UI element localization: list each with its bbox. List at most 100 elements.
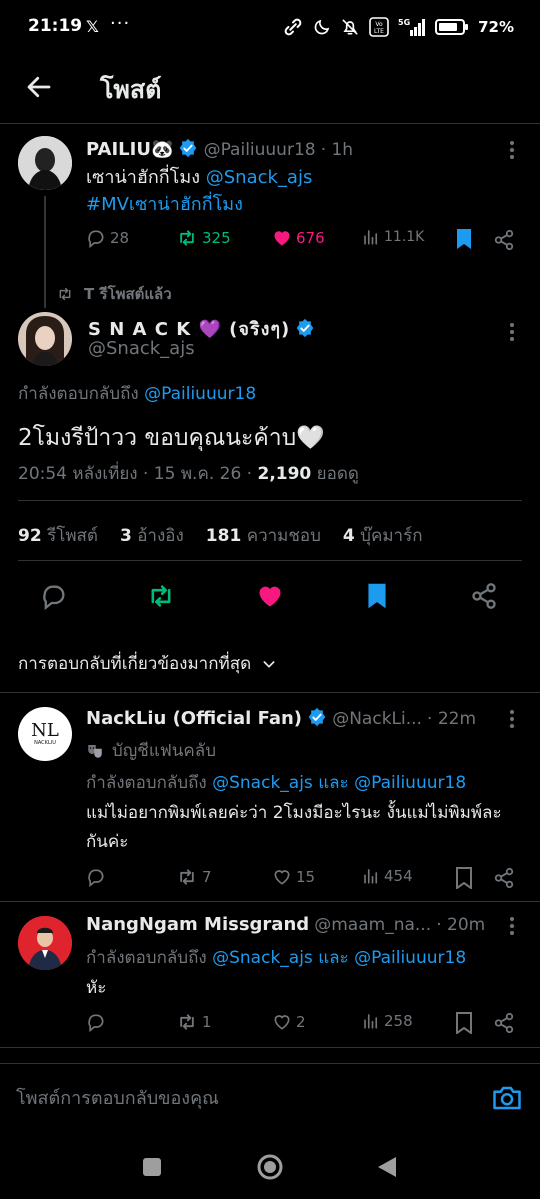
- retweet-button[interactable]: 1: [176, 1012, 212, 1032]
- moon-icon: [314, 19, 330, 35]
- author-handle[interactable]: @Snack_ajs: [88, 338, 195, 359]
- volte-icon: VoLTE: [369, 17, 389, 37]
- reply-input[interactable]: [16, 1082, 456, 1114]
- avatar[interactable]: NL NACKLIU: [18, 707, 72, 761]
- back-button[interactable]: [24, 72, 54, 102]
- share-button[interactable]: [470, 582, 498, 610]
- bookmarks-stat[interactable]: 4 บุ๊คมาร์ก: [343, 522, 423, 549]
- like-button[interactable]: 15: [272, 867, 315, 887]
- author-handle[interactable]: @maam_na...: [314, 915, 431, 935]
- bookmark-button[interactable]: [366, 582, 388, 610]
- reply-button[interactable]: [86, 867, 110, 887]
- views-button[interactable]: 454: [362, 867, 413, 885]
- author-name[interactable]: PAILIU🐼: [86, 139, 173, 160]
- retweet-button[interactable]: 7: [176, 867, 212, 887]
- tweet-stats: 92 รีโพสต์ 3 อ้างอิง 181 ความชอบ 4 บุ๊คม…: [18, 522, 423, 549]
- more-vertical-icon: [510, 141, 514, 159]
- reply-icon: [43, 585, 65, 610]
- divider: [18, 560, 522, 561]
- reply-icon: [88, 869, 104, 887]
- reply-button[interactable]: 28: [86, 228, 129, 248]
- bookmark-filled-icon: [368, 583, 386, 609]
- share-button[interactable]: [493, 229, 515, 251]
- system-navigation-bar: [0, 1130, 540, 1199]
- circle-home-icon: [257, 1154, 283, 1180]
- author-handle[interactable]: @Pailiuuur18: [204, 140, 316, 160]
- verified-badge-icon: [180, 138, 197, 158]
- share-button[interactable]: [493, 1012, 515, 1034]
- views-chart-icon: [364, 869, 378, 884]
- quotes-stat[interactable]: 3 อ้างอิง: [120, 522, 184, 549]
- mention-link[interactable]: @Pailiuuur18: [354, 948, 466, 968]
- more-options-button[interactable]: [502, 138, 522, 162]
- tweet-text: แม่ไม่อยากพิมพ์เลยค่ะว่า 2โมงมีอะไรนะ งั…: [86, 803, 502, 852]
- author-handle[interactable]: @NackLi...: [332, 709, 422, 729]
- views-button[interactable]: 258: [362, 1012, 413, 1030]
- reply-button[interactable]: [86, 1012, 110, 1032]
- mention-link[interactable]: @Pailiuuur18: [354, 773, 466, 793]
- like-button[interactable]: 676: [272, 228, 325, 248]
- views-button[interactable]: 11.1K: [362, 228, 424, 246]
- sort-replies-dropdown[interactable]: การตอบกลับที่เกี่ยวข้องมากที่สุด: [18, 650, 277, 677]
- replying-to: กำลังตอบกลับถึง @Pailiuuur18: [18, 384, 257, 404]
- link-icon: [284, 18, 302, 36]
- author-name[interactable]: NackLiu (Official Fan): [86, 708, 302, 729]
- avatar[interactable]: [18, 312, 72, 366]
- retweet-button[interactable]: [146, 582, 176, 610]
- like-button[interactable]: 2: [272, 1012, 306, 1032]
- hashtag-link[interactable]: #MVเซาน่าฮักกี่โมง: [86, 194, 243, 215]
- retweet-small-icon: [59, 287, 71, 301]
- replying-to: กำลังตอบกลับถึง @Snack_ajs และ @Pailiuuu…: [86, 948, 467, 968]
- more-options-button[interactable]: [502, 707, 522, 731]
- parent-tweet[interactable]: PAILIU🐼 @Pailiuuur18 · 1h เซาน่าฮักกี่โม…: [0, 124, 540, 284]
- avatar[interactable]: [18, 136, 72, 190]
- main-tweet: S N A C K 💜 (จริงๆ) @Snack_ajs กำลังตอบก…: [0, 308, 540, 498]
- heart-outline-icon: [274, 1015, 290, 1030]
- verified-badge-icon: [308, 707, 326, 727]
- masks-icon: [88, 744, 102, 758]
- author-name[interactable]: NangNgam Missgrand: [86, 914, 309, 935]
- arrow-left-icon: [27, 76, 51, 98]
- back-nav-button[interactable]: [376, 1155, 398, 1179]
- mention-link[interactable]: @Snack_ajs: [212, 948, 313, 968]
- bookmark-button[interactable]: [455, 228, 473, 250]
- retweet-icon: [180, 230, 194, 246]
- bookmark-button[interactable]: [455, 1012, 473, 1034]
- bookmark-button[interactable]: [455, 867, 473, 889]
- mute-icon: [342, 19, 358, 35]
- avatar[interactable]: [18, 916, 72, 970]
- fan-account-badge: บัญชีแฟนคลับ: [86, 737, 216, 764]
- tweet-time: · 1h: [320, 140, 354, 160]
- camera-button[interactable]: [492, 1084, 522, 1112]
- reply-tweet[interactable]: NangNgam Missgrand @maam_na... · 20m กำล…: [0, 902, 540, 1047]
- retweets-stat[interactable]: 92 รีโพสต์: [18, 522, 98, 549]
- retweet-icon: [180, 1014, 194, 1030]
- like-button[interactable]: [256, 582, 284, 610]
- likes-stat[interactable]: 181 ความชอบ: [206, 522, 321, 549]
- mention-link[interactable]: @Snack_ajs: [206, 167, 313, 188]
- home-button[interactable]: [256, 1153, 284, 1181]
- page-title: โพสต์: [100, 75, 162, 104]
- chevron-down-icon: [263, 660, 275, 668]
- recents-button[interactable]: [142, 1157, 162, 1177]
- retweet-icon: [151, 585, 171, 607]
- more-options-button[interactable]: [502, 320, 522, 344]
- divider: [0, 1047, 540, 1048]
- reply-button[interactable]: [40, 582, 68, 610]
- triangle-back-icon: [378, 1157, 396, 1177]
- reply-composer: [0, 1063, 540, 1129]
- share-icon: [494, 1012, 514, 1034]
- svg-text:Vo: Vo: [375, 21, 383, 28]
- more-options-button[interactable]: [502, 914, 522, 938]
- heart-icon: [274, 231, 290, 246]
- share-button[interactable]: [493, 867, 515, 889]
- mention-link[interactable]: @Pailiuuur18: [144, 384, 256, 404]
- tweet-time: · 22m: [427, 709, 477, 729]
- share-icon: [494, 867, 514, 889]
- author-name[interactable]: S N A C K 💜 (จริงๆ): [88, 319, 290, 340]
- replying-to: กำลังตอบกลับถึง @Snack_ajs และ @Pailiuuu…: [86, 773, 467, 793]
- battery-icon: [435, 19, 469, 35]
- retweet-button[interactable]: 325: [176, 228, 231, 248]
- mention-link[interactable]: @Snack_ajs: [212, 773, 313, 793]
- reply-tweet[interactable]: NL NACKLIU NackLiu (Official Fan) @NackL…: [0, 693, 540, 901]
